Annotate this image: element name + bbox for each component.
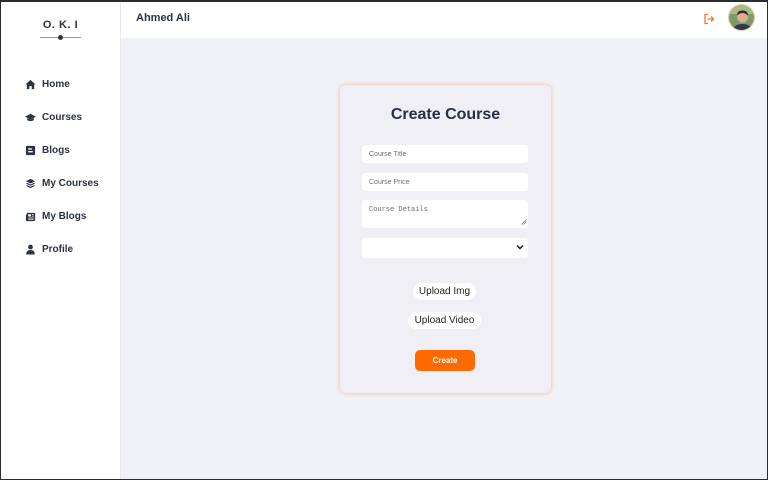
sidebar-item-profile[interactable]: Profile xyxy=(25,242,73,256)
upload-img-button[interactable]: Upload Img xyxy=(413,283,476,300)
user-icon xyxy=(25,244,36,255)
layers-icon xyxy=(25,178,36,189)
username: Ahmed Ali xyxy=(136,12,190,24)
logo[interactable]: O. K. I xyxy=(0,19,121,31)
resize-handle-icon[interactable] xyxy=(521,219,527,225)
sidebar-item-my-blogs[interactable]: My Blogs xyxy=(25,209,86,223)
sidebar-item-my-courses[interactable]: My Courses xyxy=(25,176,99,190)
chevron-down-icon xyxy=(516,245,524,250)
course-price-input[interactable] xyxy=(362,173,528,191)
logout-icon[interactable] xyxy=(703,12,715,25)
create-button[interactable]: Create xyxy=(415,350,475,371)
category-select[interactable] xyxy=(362,238,528,258)
course-details-textarea[interactable] xyxy=(362,200,528,228)
home-icon xyxy=(25,79,36,90)
graduation-cap-icon xyxy=(25,112,36,123)
sidebar-item-label: Courses xyxy=(42,111,83,123)
course-title-input[interactable] xyxy=(362,145,528,163)
newspaper-icon xyxy=(25,211,36,222)
sidebar: O. K. I Home Courses Blogs My Courses My… xyxy=(0,0,121,480)
top-bar: Ahmed Ali xyxy=(121,0,768,38)
blog-icon xyxy=(25,145,36,156)
create-course-card: Create Course Upload Img Upload Video Cr… xyxy=(340,85,551,393)
logo-dot xyxy=(58,35,63,40)
sidebar-item-label: Profile xyxy=(42,243,74,255)
sidebar-item-label: Blogs xyxy=(42,144,70,156)
sidebar-item-label: Home xyxy=(42,78,70,90)
sidebar-item-courses[interactable]: Courses xyxy=(25,110,82,124)
sidebar-item-label: My Blogs xyxy=(42,210,87,222)
user-avatar[interactable] xyxy=(728,4,755,31)
form-title: Create Course xyxy=(390,106,501,123)
sidebar-item-home[interactable]: Home xyxy=(25,77,70,91)
sidebar-item-label: My Courses xyxy=(42,177,99,189)
upload-video-button[interactable]: Upload Video xyxy=(408,312,481,329)
sidebar-item-blogs[interactable]: Blogs xyxy=(25,143,70,157)
